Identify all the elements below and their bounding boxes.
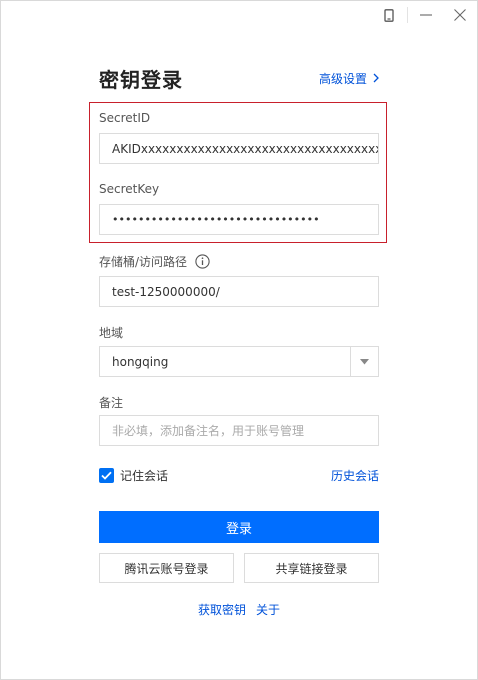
info-icon[interactable]: [195, 254, 210, 269]
note-input[interactable]: 非必填，添加备注名，用于账号管理: [99, 415, 379, 446]
about-link[interactable]: 关于: [256, 601, 280, 618]
secret-key-input[interactable]: ••••••••••••••••••••••••••••••••: [99, 204, 379, 235]
form-header: 密钥登录 高级设置: [99, 61, 379, 95]
minimize-icon[interactable]: [409, 1, 443, 29]
region-label: 地域: [99, 326, 124, 340]
secret-id-label: SecretID: [99, 111, 151, 125]
close-icon[interactable]: [443, 1, 477, 29]
login-button[interactable]: 登录: [99, 511, 379, 543]
share-link-login-button[interactable]: 共享链接登录: [244, 553, 379, 583]
history-session-link[interactable]: 历史会话: [331, 467, 379, 484]
bucket-label-row: 存储桶/访问路径: [99, 253, 210, 270]
remember-session-checkbox[interactable]: 记住会话: [99, 467, 168, 484]
tencent-account-login-button[interactable]: 腾讯云账号登录: [99, 553, 234, 583]
secret-key-label: SecretKey: [99, 182, 160, 196]
page-title: 密钥登录: [99, 67, 183, 92]
mobile-icon[interactable]: [372, 1, 406, 29]
window-controls: [372, 1, 477, 29]
footer-links: 获取密钥 关于: [99, 601, 379, 618]
remember-row: 记住会话 历史会话: [99, 465, 379, 485]
bucket-input[interactable]: test-1250000000/: [99, 276, 379, 307]
advanced-settings-label: 高级设置: [318, 71, 367, 86]
bucket-value: test-1250000000/: [112, 284, 220, 299]
dropdown-arrow-icon[interactable]: [350, 347, 378, 376]
note-placeholder: 非必填，添加备注名，用于账号管理: [112, 424, 305, 438]
region-select[interactable]: hongqing: [99, 346, 379, 377]
controls-divider: [407, 7, 408, 23]
login-window: 密钥登录 高级设置 SecretID AKIDxxxxxxxxxxxxxxxxx…: [0, 0, 478, 680]
checkmark-icon[interactable]: [99, 467, 114, 483]
secret-id-input[interactable]: AKIDxxxxxxxxxxxxxxxxxxxxxxxxxxxxxxxxxx: [99, 133, 379, 164]
chevron-right-icon: [373, 73, 379, 83]
region-value: hongqing: [112, 354, 169, 369]
get-key-link[interactable]: 获取密钥: [198, 601, 246, 618]
secret-id-value: AKIDxxxxxxxxxxxxxxxxxxxxxxxxxxxxxxxxxx: [112, 141, 379, 156]
secret-key-value: ••••••••••••••••••••••••••••••••: [112, 213, 320, 226]
bucket-label: 存储桶/访问路径: [99, 255, 188, 269]
advanced-settings-link[interactable]: 高级设置: [319, 70, 379, 87]
remember-session-label: 记住会话: [120, 468, 169, 483]
note-label: 备注: [99, 396, 124, 410]
